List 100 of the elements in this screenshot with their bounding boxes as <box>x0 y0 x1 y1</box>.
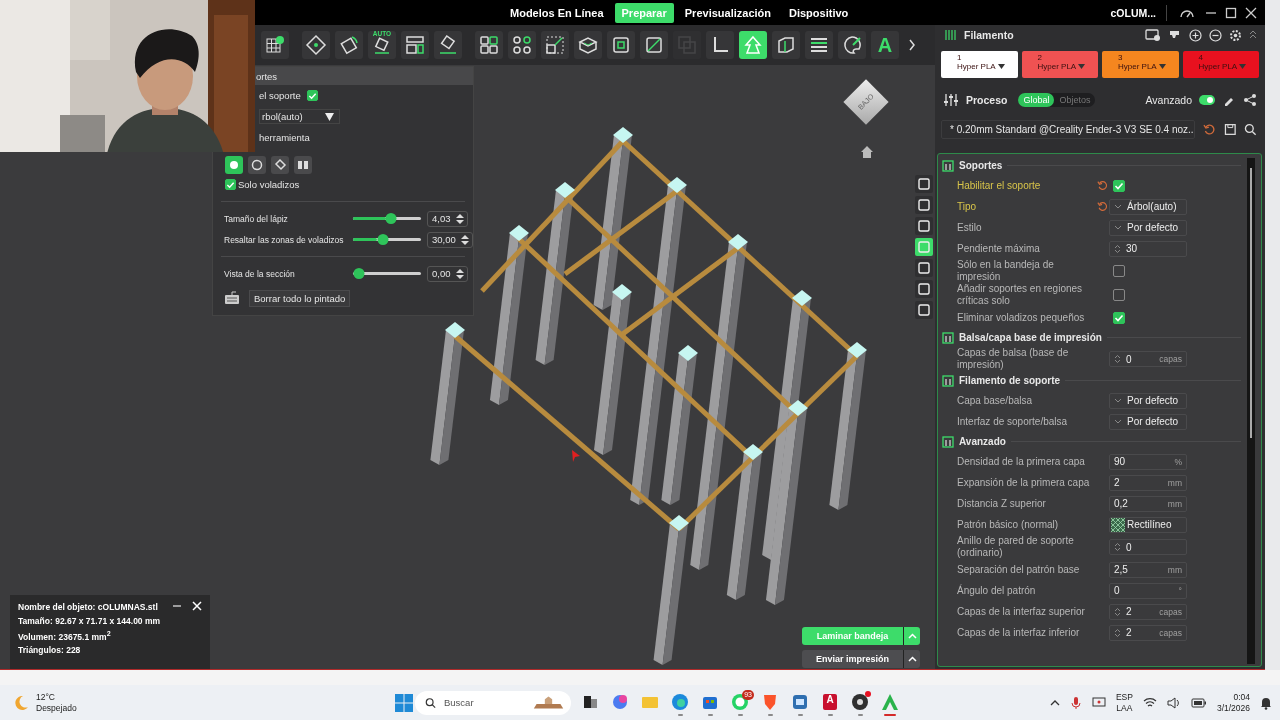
slider-track[interactable] <box>353 213 421 224</box>
toolbar-button[interactable] <box>838 31 866 59</box>
clear-painting-button[interactable]: Borrar todo lo pintado <box>249 289 351 307</box>
filament-slot[interactable]: 4 Hyper PLA <box>1182 51 1259 78</box>
maximize-icon[interactable] <box>1225 6 1237 19</box>
toolbar-button[interactable] <box>261 31 289 59</box>
microphone-icon[interactable] <box>1069 695 1082 710</box>
number-field[interactable]: 2 capas <box>1109 603 1187 620</box>
dropdown[interactable]: Por defecto <box>1109 413 1187 430</box>
input-field[interactable]: 2 mm <box>1109 474 1187 491</box>
slider-track[interactable] <box>353 268 421 279</box>
slider-thumb[interactable] <box>353 268 364 279</box>
clock-date[interactable]: 3/1/2026 <box>1216 702 1250 714</box>
scope-tab[interactable]: Objetos <box>1054 93 1096 107</box>
checkbox[interactable] <box>1113 265 1125 277</box>
filament-slot[interactable]: 1 Hyper PLA <box>941 51 1018 78</box>
grid-plus-icon <box>264 34 286 56</box>
stepper-icon <box>1114 542 1121 552</box>
search-icon[interactable] <box>1244 123 1257 136</box>
filament-slot[interactable]: 3 Hyper PLA <box>1102 51 1179 78</box>
collapse-icon[interactable] <box>1249 30 1257 40</box>
reset-icon[interactable] <box>1096 201 1108 212</box>
layout-text[interactable]: LAA <box>1116 702 1133 714</box>
close-icon[interactable] <box>1245 6 1257 19</box>
advanced-toggle[interactable] <box>1199 95 1215 105</box>
toolbar-button[interactable] <box>574 31 602 59</box>
wifi-icon[interactable] <box>1142 696 1157 709</box>
save-icon[interactable] <box>1223 123 1237 136</box>
toolbar-button[interactable] <box>335 31 363 59</box>
nav-tab[interactable]: Modelos En Línea <box>503 2 611 23</box>
input-field[interactable]: 2,5 mm <box>1109 561 1187 578</box>
checkbox[interactable] <box>225 179 236 190</box>
input-field[interactable]: 90 % <box>1109 453 1187 470</box>
number-field[interactable]: 2 capas <box>1109 624 1187 641</box>
number-field[interactable]: 30 <box>1109 240 1187 257</box>
number-field[interactable]: 30,00 <box>427 231 473 248</box>
chevron-right-icon[interactable] <box>908 39 916 51</box>
type-dropdown[interactable]: rbol(auto) <box>259 109 340 124</box>
number-field[interactable]: 4,03 <box>427 210 468 227</box>
toolbar-button[interactable] <box>706 31 734 59</box>
toolbar-button[interactable] <box>434 31 462 59</box>
toolbar-button[interactable] <box>772 31 800 59</box>
caret-icon <box>324 112 334 121</box>
checkbox[interactable] <box>306 90 318 101</box>
toolbar-button[interactable] <box>508 31 536 59</box>
settings-icon[interactable] <box>1229 28 1242 42</box>
toolbar-button[interactable] <box>541 31 569 59</box>
checkbox[interactable] <box>1113 289 1125 301</box>
language-text[interactable]: ESP <box>1115 691 1133 703</box>
remove-icon[interactable] <box>1209 28 1222 42</box>
slider-thumb[interactable] <box>385 213 397 224</box>
start-icon[interactable] <box>395 693 413 712</box>
home-icon[interactable] <box>860 145 874 159</box>
bell-icon[interactable] <box>1260 695 1272 710</box>
number-field[interactable]: 0 <box>1109 539 1187 555</box>
toolbar-button[interactable] <box>475 31 503 59</box>
add-icon[interactable] <box>1189 28 1202 42</box>
taskbar-app[interactable]: A <box>816 689 844 716</box>
slice-action-button[interactable]: Enviar impresión <box>802 650 903 668</box>
preset-dropdown[interactable]: * 0.20mm Standard @Creality Ender-3 V3 SE 0.4 noz... <box>941 120 1196 139</box>
input-field[interactable]: 0,2 mm <box>1109 495 1187 512</box>
search-input[interactable]: Buscar <box>442 696 526 709</box>
slider-track[interactable] <box>353 234 421 245</box>
scrollbar-thumb[interactable] <box>1250 168 1252 438</box>
expand-button[interactable] <box>903 627 920 645</box>
battery-icon[interactable] <box>1190 696 1207 709</box>
toolbar-button[interactable] <box>302 31 330 59</box>
document-title: cOLUM... <box>1110 6 1156 19</box>
reset-icon[interactable] <box>1096 180 1108 191</box>
input-field[interactable]: 0 ° <box>1109 582 1187 599</box>
toolbar-button[interactable]: A <box>871 31 899 59</box>
share-icon[interactable] <box>1243 93 1257 107</box>
toolbar-button[interactable] <box>401 31 429 59</box>
filament-slot[interactable]: 2 Hyper PLA <box>1021 51 1098 78</box>
display-icon[interactable] <box>1091 696 1106 709</box>
toolbar-button[interactable] <box>640 31 668 59</box>
toolbar-button[interactable] <box>607 31 635 59</box>
clock-time[interactable]: 0:04 <box>1233 691 1250 703</box>
checkbox[interactable] <box>1113 311 1125 324</box>
nav-tab[interactable]: Dispositivo <box>782 2 856 23</box>
reset-icon[interactable] <box>1203 123 1216 136</box>
search-field[interactable]: Buscar <box>415 690 571 715</box>
slider-thumb[interactable] <box>377 234 389 245</box>
checkbox[interactable] <box>1113 179 1125 192</box>
dropdown[interactable]: Por defecto <box>1109 392 1187 409</box>
recorder-app-icon <box>850 691 870 712</box>
chevron-up-icon[interactable] <box>1049 698 1060 707</box>
paint-tool-button[interactable] <box>248 156 266 174</box>
expand-button[interactable] <box>903 650 920 668</box>
nav-tab[interactable]: Previsualización <box>677 2 778 23</box>
dropdown[interactable]: Por defecto <box>1109 219 1187 236</box>
volume-icon[interactable] <box>1166 696 1181 709</box>
dropdown[interactable]: Árbol(auto) <box>1109 198 1187 215</box>
toolbar-button[interactable] <box>805 31 833 59</box>
number-field[interactable]: 0 capas <box>1109 351 1187 367</box>
printer-icon[interactable] <box>1145 28 1161 42</box>
search-icon <box>425 696 436 709</box>
number-field[interactable]: 0,00 <box>427 265 468 282</box>
pattern-dropdown[interactable]: Rectilíneo <box>1109 516 1187 533</box>
stepper-icon <box>1114 627 1121 638</box>
